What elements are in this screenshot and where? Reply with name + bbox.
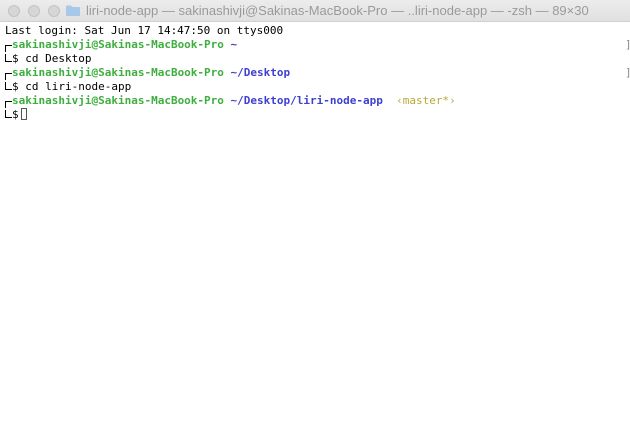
git-branch: ‹master*› — [396, 94, 456, 107]
prompt-header: sakinashivji@Sakinas-MacBook-Pro ~/Deskt… — [5, 66, 630, 80]
prompt-command-line: $ cd Desktop — [5, 52, 630, 66]
minimize-button[interactable] — [28, 5, 40, 17]
prompt-header: sakinashivji@Sakinas-MacBook-Pro ~] — [5, 38, 630, 52]
title-bar: liri-node-app — sakinashivji@Sakinas-Mac… — [0, 0, 630, 22]
last-login-line: Last login: Sat Jun 17 14:47:50 on ttys0… — [5, 24, 284, 37]
prompt-path: ~/Desktop/liri-node-app — [230, 94, 383, 107]
prompt-path: ~/Desktop — [230, 66, 291, 79]
prompt-user: sakinashivji@Sakinas-MacBook-Pro — [12, 94, 224, 107]
prompt-header: sakinashivji@Sakinas-MacBook-Pro ~/Deskt… — [5, 94, 630, 108]
close-button[interactable] — [8, 5, 20, 17]
prompt-corner-bottom-icon — [5, 82, 12, 90]
prompt-user: sakinashivji@Sakinas-MacBook-Pro — [12, 66, 224, 79]
prompt-command-line: $ cd liri-node-app — [5, 80, 630, 94]
prompt-user: sakinashivji@Sakinas-MacBook-Pro — [12, 38, 224, 51]
command-text: cd liri-node-app — [25, 80, 132, 93]
prompt-corner-bottom-icon — [5, 54, 12, 62]
prompt-command-line: $ — [5, 108, 630, 122]
prompt-corner-bottom-icon — [5, 110, 12, 118]
prompt-corner-top-icon — [5, 45, 12, 52]
folder-icon — [66, 5, 80, 16]
zoom-button[interactable] — [48, 5, 60, 17]
window-title: liri-node-app — sakinashivji@Sakinas-Mac… — [86, 3, 589, 18]
terminal-window: liri-node-app — sakinashivji@Sakinas-Mac… — [0, 0, 630, 447]
prompt-symbol: $ — [12, 52, 19, 65]
prompt-corner-top-icon — [5, 73, 12, 80]
text-cursor — [20, 108, 27, 120]
prompt-path: ~ — [230, 38, 238, 51]
right-marker: ] — [625, 66, 630, 80]
prompt-symbol: $ — [12, 80, 19, 93]
command-text: cd Desktop — [25, 52, 92, 65]
prompt-symbol: $ — [12, 108, 19, 121]
terminal-content[interactable]: Last login: Sat Jun 17 14:47:50 on ttys0… — [0, 22, 630, 447]
prompt-corner-top-icon — [5, 101, 12, 108]
right-marker: ] — [625, 38, 630, 52]
